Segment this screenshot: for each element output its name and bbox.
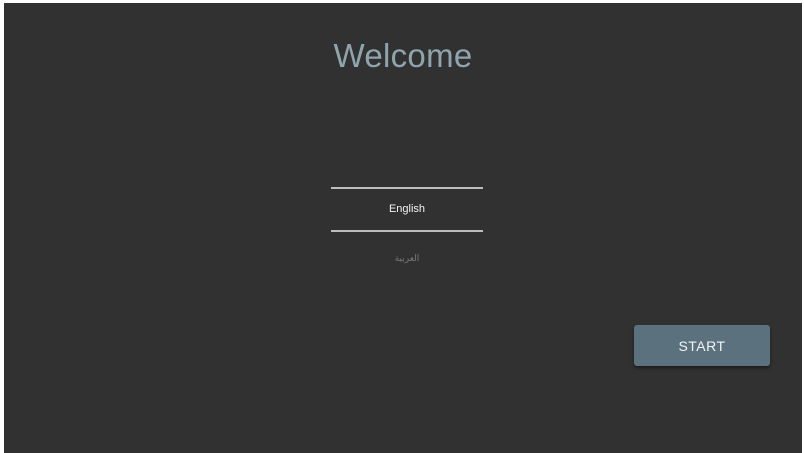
- picker-divider-bottom: [331, 230, 483, 232]
- start-button[interactable]: START: [634, 325, 770, 366]
- welcome-screen: Welcome English العربية START: [4, 3, 802, 453]
- language-option-arabic[interactable]: العربية: [331, 254, 483, 264]
- language-option-english[interactable]: English: [331, 203, 483, 215]
- language-picker[interactable]: English العربية: [331, 185, 483, 275]
- picker-divider-top: [331, 187, 483, 189]
- welcome-title: Welcome: [333, 37, 473, 74]
